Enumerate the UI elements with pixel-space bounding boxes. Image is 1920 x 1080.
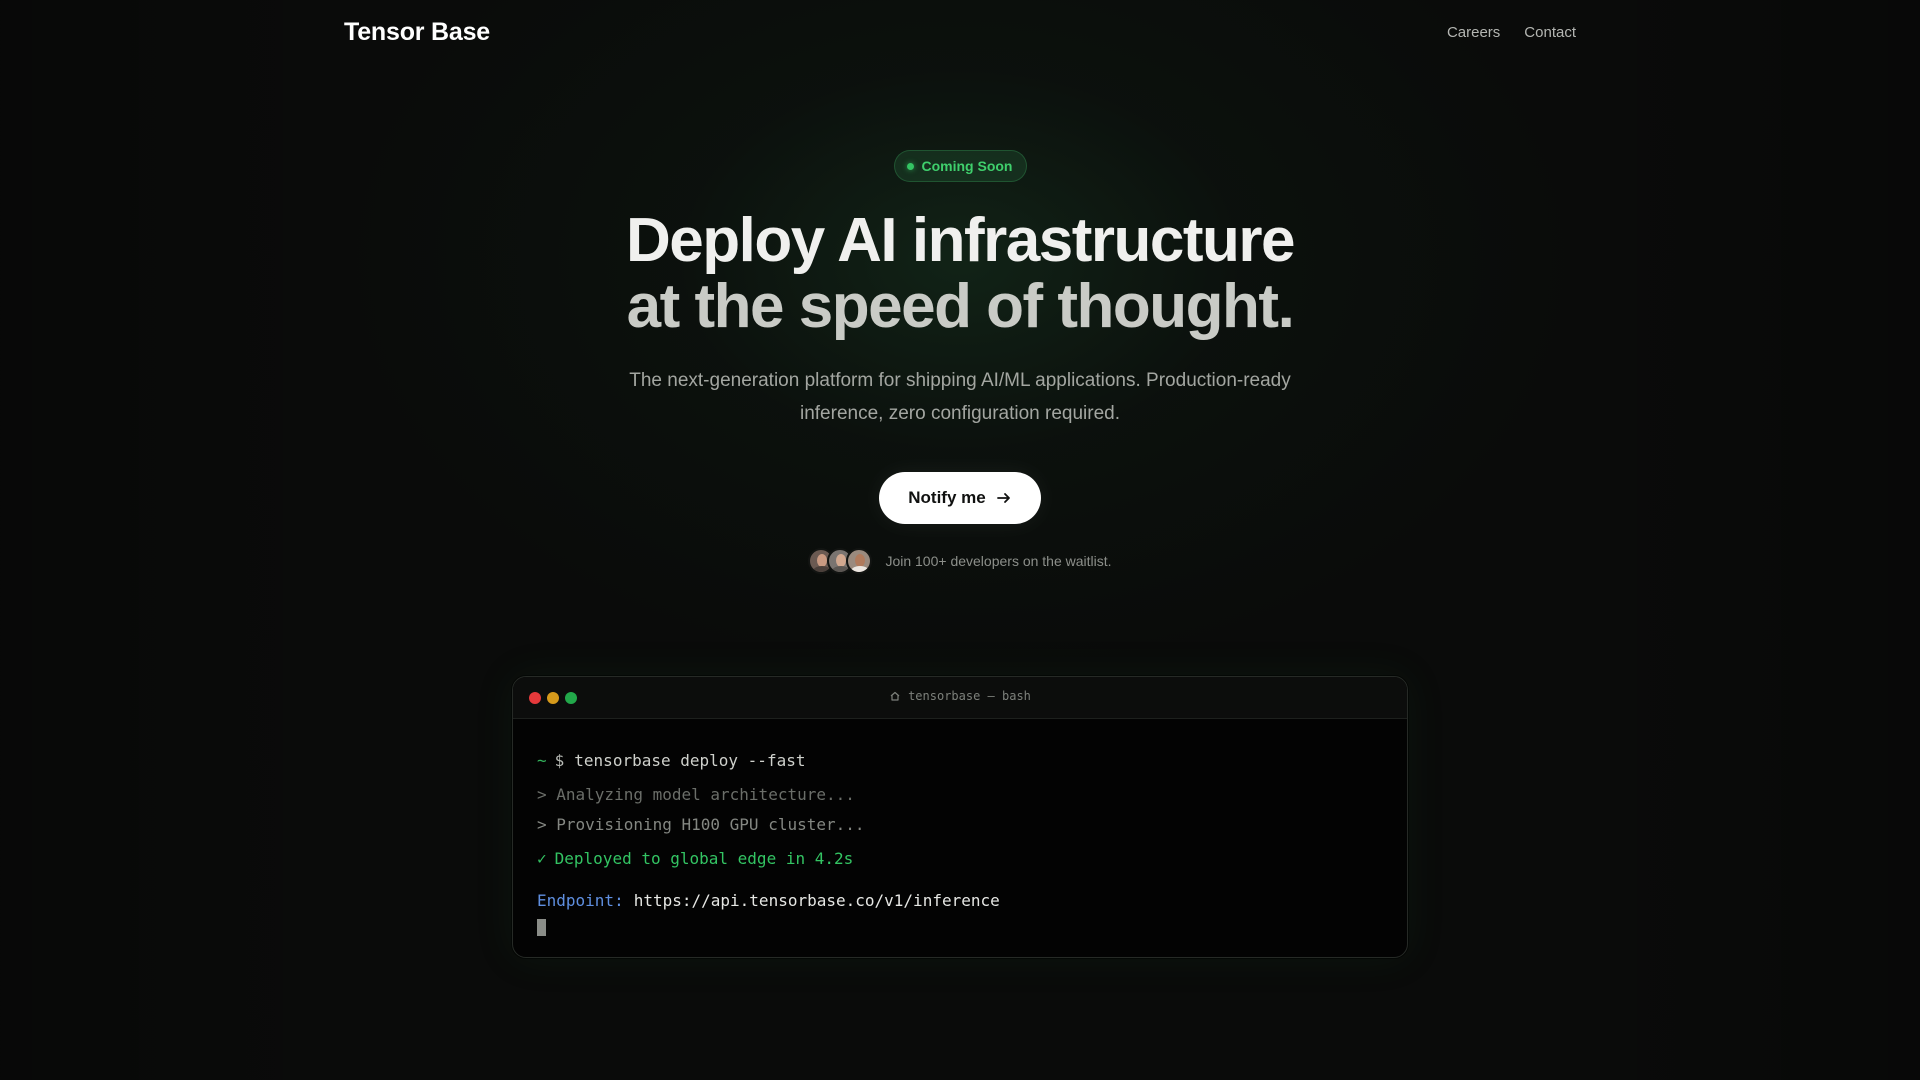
status-dot-icon — [906, 162, 914, 170]
top-nav: Tensor Base Careers Contact — [344, 14, 1576, 50]
endpoint-url[interactable]: https://api.tensorbase.co/v1/inference — [634, 891, 1000, 910]
headline-line-1: Deploy AI infrastructure — [626, 206, 1295, 275]
arrow-right-icon — [996, 493, 1010, 503]
terminal-titlebar: tensorbase — bash — [513, 677, 1407, 719]
terminal-title: tensorbase — bash — [513, 689, 1407, 703]
brand-logo[interactable]: Tensor Base — [344, 18, 490, 47]
success-line: ✓ Deployed to global edge in 4.2s — [537, 843, 1383, 873]
nav-link-contact[interactable]: Contact — [1524, 24, 1576, 41]
headline-line-2: at the speed of thought. — [626, 272, 1295, 341]
log-line: > Analyzing model architecture... — [537, 784, 855, 804]
endpoint-line: Endpoint: https://api.tensorbase.co/v1/i… — [537, 885, 1383, 915]
success-text: Deployed to global edge in 4.2s — [554, 848, 854, 868]
badge-label: Coming Soon — [921, 158, 1013, 174]
hero-subtitle: The next-generation platform for shippin… — [629, 370, 1291, 424]
notify-me-label: Notify me — [908, 488, 986, 507]
waitlist-row: Join 100+ developers on the waitlist. — [808, 548, 1112, 574]
hero-section: Coming Soon Deploy AI infrastructure at … — [0, 150, 1920, 574]
command-line: ~ $ tensorbase deploy --fast — [537, 745, 1383, 775]
avatar-stack — [808, 548, 873, 574]
command-text: tensorbase deploy --fast — [574, 750, 806, 770]
endpoint-label: Endpoint: — [537, 890, 624, 910]
notify-me-button[interactable]: Notify me — [879, 472, 1041, 524]
terminal-body: ~ $ tensorbase deploy --fast > Analyzing… — [513, 719, 1407, 936]
nav-links: Careers Contact — [1447, 24, 1576, 41]
terminal-window: tensorbase — bash ~ $ tensorbase deploy … — [512, 676, 1408, 958]
waitlist-text: Join 100+ developers on the waitlist. — [885, 553, 1112, 569]
check-icon: ✓ — [537, 848, 547, 868]
terminal-cursor — [537, 919, 546, 936]
log-line: > Provisioning H100 GPU cluster... — [537, 814, 865, 834]
hero-headline: Deploy AI infrastructure at the speed of… — [626, 206, 1295, 341]
avatar — [846, 548, 873, 574]
terminal-title-text: tensorbase — bash — [908, 689, 1031, 703]
home-icon — [890, 691, 900, 701]
nav-link-careers[interactable]: Careers — [1447, 24, 1500, 41]
prompt-dollar: $ — [554, 750, 565, 770]
coming-soon-badge: Coming Soon — [893, 150, 1027, 182]
landing-page: Tensor Base Careers Contact Coming Soon … — [0, 0, 1920, 1080]
prompt-tilde: ~ — [537, 750, 547, 770]
